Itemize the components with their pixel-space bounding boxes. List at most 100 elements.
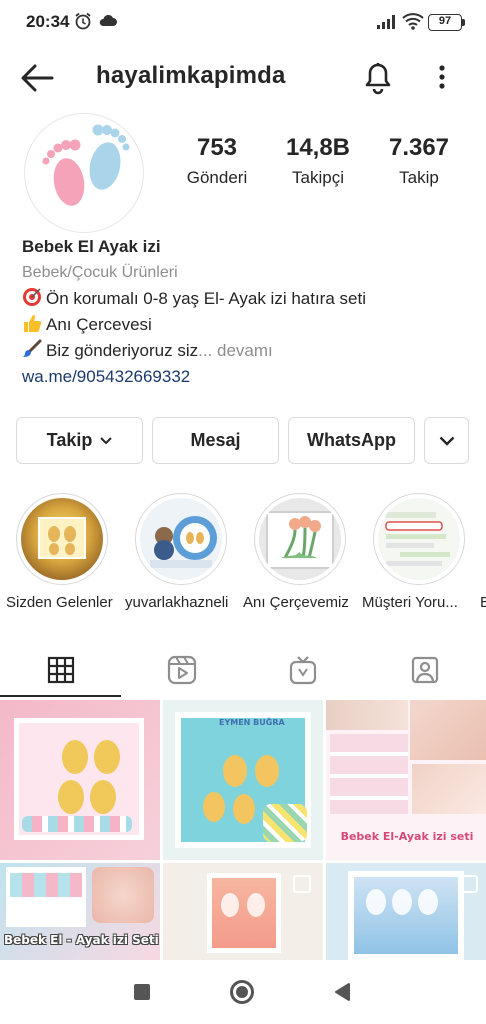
- multi-image-icon: [460, 875, 478, 893]
- post-caption: Bebek El - Ayak izi Seti: [4, 933, 159, 947]
- highlight-cover-image: [38, 517, 86, 559]
- stat-posts[interactable]: 753 Gönderi: [168, 134, 266, 188]
- whatsapp-button[interactable]: WhatsApp: [288, 417, 415, 464]
- reels-icon: [167, 655, 196, 685]
- battery-icon: 97: [428, 14, 462, 31]
- tv-icon: [289, 656, 316, 685]
- bio-website-link[interactable]: wa.me/905432669332: [22, 364, 472, 390]
- grid-icon: [47, 656, 74, 684]
- decor-balls: [22, 816, 132, 832]
- print: [203, 792, 225, 822]
- frame: [348, 871, 464, 960]
- more-vertical-icon: [439, 65, 445, 89]
- stat-followers-value: 14,8B: [285, 134, 351, 161]
- print: [366, 889, 386, 915]
- back-triangle-icon[interactable]: [333, 982, 351, 1002]
- print: [58, 780, 84, 814]
- chevron-down-icon: [439, 436, 454, 446]
- highlight-cover-image: [385, 512, 450, 566]
- bio-more-link[interactable]: ... devamı: [198, 341, 273, 360]
- highlight-label: Müşteri Yoru...: [362, 594, 458, 611]
- more-options-button[interactable]: [430, 60, 454, 94]
- highlight-yuvarlakhazneli[interactable]: [135, 493, 227, 585]
- highlight-cover: [21, 498, 103, 580]
- highlight-label: Anı Çerçevemiz: [243, 594, 349, 611]
- highlight-sizden-gelenler[interactable]: [16, 493, 108, 585]
- bio-line-3-text: Biz gönderiyoruz siz: [46, 341, 199, 360]
- bio-line-1-text: Ön korumalı 0-8 yaş El- Ayak izi hatıra …: [46, 289, 366, 308]
- post-thumbnail[interactable]: [326, 863, 486, 960]
- suggested-accounts-button[interactable]: [424, 417, 469, 464]
- highlight-label: Sizden Gelenler: [6, 594, 113, 611]
- post-caption: EYMEN BUĞRA: [219, 718, 285, 727]
- tagged-person-icon: [411, 656, 438, 684]
- product-options: [330, 734, 408, 814]
- highlight-musteri-yorumlari[interactable]: [373, 493, 465, 585]
- stat-posts-value: 753: [196, 134, 238, 161]
- back-button[interactable]: [18, 60, 58, 96]
- tab-reels[interactable]: [121, 644, 242, 696]
- battery-tip: [462, 19, 465, 26]
- bell-icon: [365, 63, 391, 95]
- baby-feet-logo: [42, 124, 130, 206]
- bio-line-3[interactable]: Biz gönderiyoruz siz... devamı: [22, 338, 472, 364]
- cloud-icon: [99, 14, 117, 26]
- highlight-label: yuvarlakhazneli: [125, 594, 229, 611]
- highlight-cover: [259, 498, 341, 580]
- baby-feet-photo: [412, 764, 486, 814]
- print: [62, 740, 88, 774]
- stat-followers[interactable]: 14,8B Takipçi: [270, 134, 366, 188]
- wifi-icon: [402, 13, 424, 30]
- multi-image-icon: [293, 875, 311, 893]
- active-tab-indicator: [0, 695, 121, 697]
- chevron-down-icon: [100, 436, 113, 444]
- baby-photo: [410, 700, 486, 760]
- tab-tagged[interactable]: [364, 644, 485, 696]
- print: [90, 780, 116, 814]
- message-button[interactable]: Mesaj: [152, 417, 279, 464]
- follow-button-label: Takip: [46, 430, 93, 450]
- stat-following-value: 7.367: [388, 134, 450, 161]
- highlight-cover: [140, 498, 222, 580]
- print: [233, 794, 255, 824]
- message-button-label: Mesaj: [190, 430, 241, 450]
- post-thumbnail[interactable]: [0, 700, 160, 860]
- post-thumbnail[interactable]: Bebek El - Ayak izi Seti: [0, 863, 160, 960]
- thumbs-up-icon: [24, 315, 42, 332]
- print: [221, 893, 239, 917]
- system-nav-bar: [0, 960, 486, 1024]
- arrow-left-icon: [21, 64, 54, 92]
- bio-line-2: Anı Çercevesi: [22, 312, 472, 338]
- battery-level: 97: [438, 15, 452, 27]
- tab-igtv[interactable]: [242, 644, 363, 696]
- post-thumbnail[interactable]: Bebek El-Ayak izi seti: [326, 700, 486, 860]
- whatsapp-button-label: WhatsApp: [307, 430, 396, 450]
- highlight-cover-image: [150, 516, 217, 568]
- hearts-row: [10, 873, 82, 897]
- highlight-ani-cercevemiz[interactable]: [254, 493, 346, 585]
- stat-posts-label: Gönderi: [186, 168, 248, 187]
- bio-category: Bebek/Çocuk Ürünleri: [22, 264, 178, 281]
- stat-followers-label: Takipçi: [292, 168, 344, 187]
- signal-icon: [377, 15, 395, 29]
- profile-bio: Bebek El Ayak izi Bebek/Çocuk Ürünleri Ö…: [22, 234, 472, 390]
- target-icon: [23, 288, 41, 306]
- stat-following-label: Takip: [399, 168, 439, 187]
- follow-button[interactable]: Takip: [16, 417, 143, 464]
- post-thumbnail[interactable]: [163, 863, 323, 960]
- top-app-bar: hayalimkapimda: [0, 44, 486, 110]
- print: [223, 755, 247, 787]
- bio-name: Bebek El Ayak izi: [22, 237, 161, 256]
- post-thumbnail[interactable]: EYMEN BUĞRA: [163, 700, 323, 860]
- home-button[interactable]: [230, 980, 254, 1004]
- frame: [207, 873, 281, 953]
- notifications-button[interactable]: [360, 58, 396, 96]
- print: [418, 889, 438, 915]
- bio-line-1: Ön korumalı 0-8 yaş El- Ayak izi hatıra …: [22, 286, 472, 312]
- profile-avatar[interactable]: [24, 113, 144, 233]
- stat-following[interactable]: 7.367 Takip: [372, 134, 466, 188]
- photo-strip: [326, 700, 408, 730]
- print: [94, 740, 120, 774]
- recent-apps-button[interactable]: [134, 984, 150, 1000]
- tab-posts-grid[interactable]: [0, 644, 121, 696]
